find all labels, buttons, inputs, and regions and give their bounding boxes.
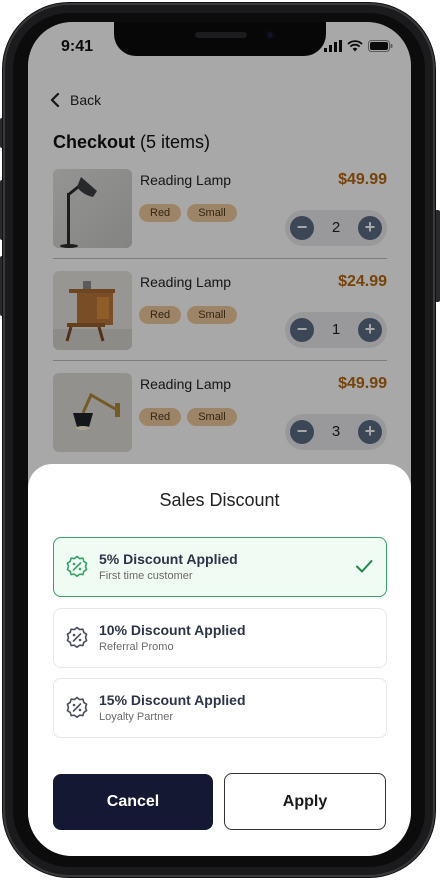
discount-option-15[interactable]: 15% Discount Applied Loyalty Partner (53, 678, 387, 738)
option-title: 15% Discount Applied (99, 692, 246, 708)
power-button (435, 210, 440, 302)
option-subtitle: Referral Promo (99, 641, 174, 653)
option-subtitle: Loyalty Partner (99, 711, 173, 723)
discount-option-5[interactable]: 5% Discount Applied First time customer (53, 537, 387, 597)
discount-badge-icon (66, 696, 88, 719)
discount-badge-icon (66, 626, 88, 649)
cancel-button[interactable]: Cancel (53, 774, 213, 830)
discount-badge-icon (66, 555, 88, 578)
sheet-title: Sales Discount (159, 490, 280, 510)
discount-option-10[interactable]: 10% Discount Applied Referral Promo (53, 608, 387, 668)
apply-button[interactable]: Apply (224, 773, 386, 830)
check-icon (356, 560, 373, 573)
option-title: 10% Discount Applied (99, 622, 246, 638)
option-subtitle: First time customer (99, 570, 193, 582)
discount-sheet: Sales Discount 5% Discount Applied First… (28, 464, 411, 856)
screen: 9:41 Back Checkout (5 items) Reading Lam… (28, 22, 411, 856)
option-title: 5% Discount Applied (99, 551, 238, 567)
